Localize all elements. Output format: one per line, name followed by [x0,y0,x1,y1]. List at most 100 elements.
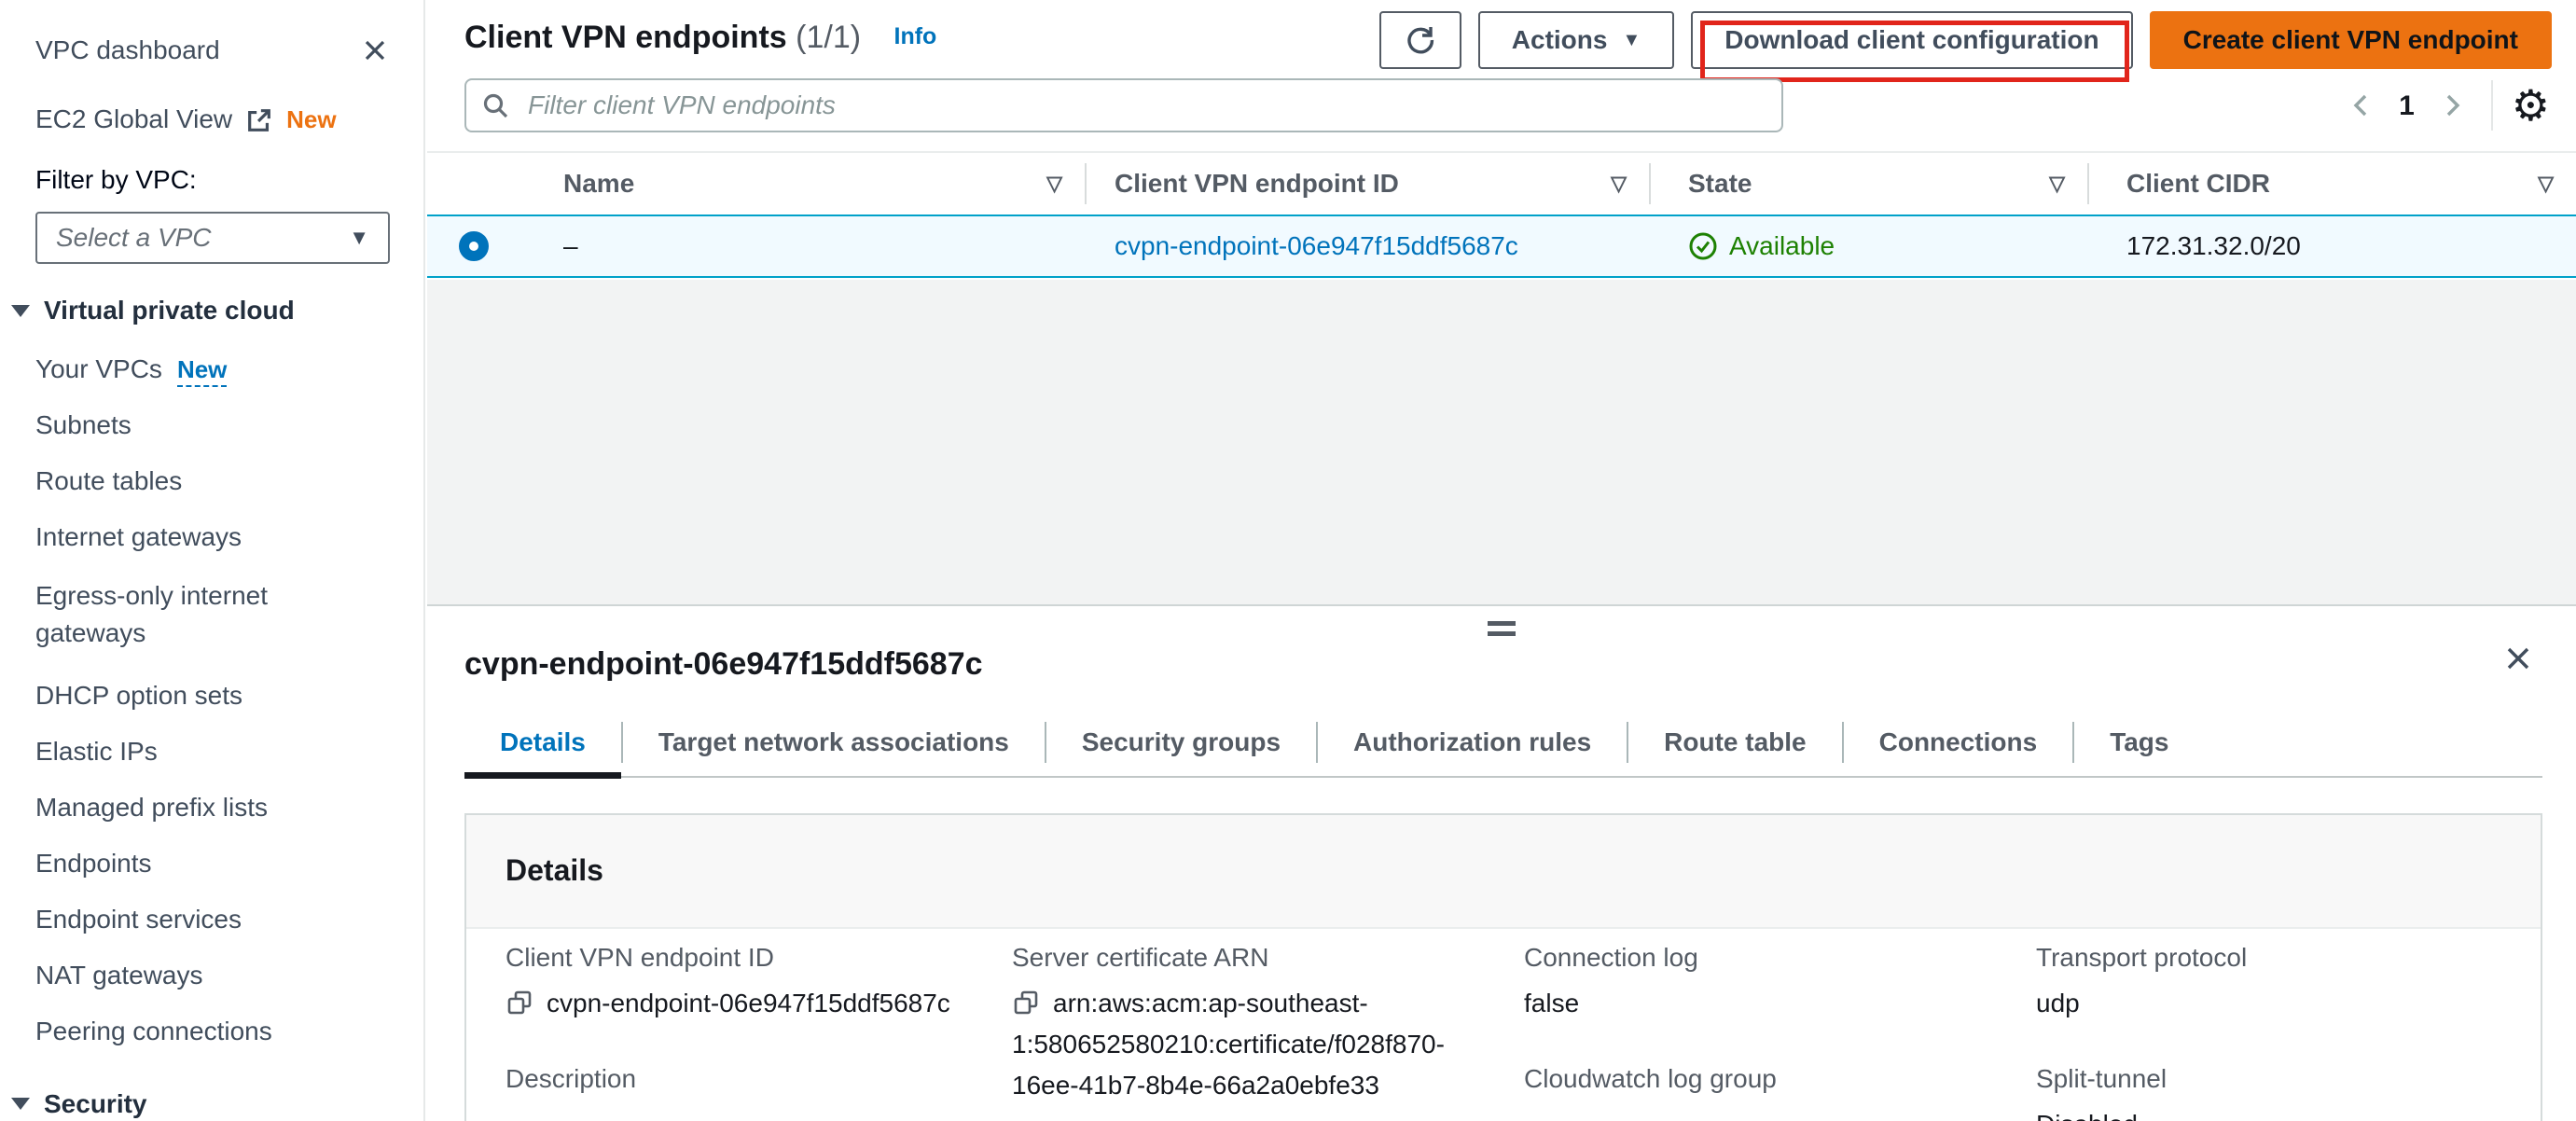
sidebar: VPC dashboard EC2 Global View New Filter… [0,0,425,1121]
main-content: Client VPN endpoints (1/1) Info Actions … [427,0,2576,1121]
cell-state: Available [1651,216,2087,276]
current-page-number[interactable]: 1 [2393,88,2420,124]
table-row[interactable]: – cvpn-endpoint-06e947f15ddf5687c Availa… [427,215,2576,278]
new-badge[interactable]: New [177,355,227,387]
split-panel-drag-handle[interactable] [1488,621,1516,642]
next-page-button[interactable] [2431,80,2472,131]
section-virtual-private-cloud[interactable]: Virtual private cloud [11,294,390,327]
sidebar-item-endpoint-services[interactable]: Endpoint services [35,892,390,948]
sidebar-item-egress-only-internet-gateways[interactable]: Egress-only internet gateways [35,565,334,668]
page-title-text: Client VPN endpoints [464,20,787,55]
details-tabs: Details Target network associations Secu… [464,709,2542,778]
sort-icon[interactable]: ▽ [2538,171,2554,198]
table-empty-area [427,280,2576,604]
vpc-select[interactable]: Select a VPC ▼ [35,212,390,264]
page-title: Client VPN endpoints (1/1) Info [464,17,936,58]
field-label: Server certificate ARN [1012,942,1487,974]
chevron-down-icon: ▼ [1622,30,1641,51]
vpc-console-page: VPC dashboard EC2 Global View New Filter… [0,0,2576,1121]
filter-input[interactable] [464,78,1783,132]
field-value: Disabled [2036,1104,2485,1121]
field-connection-log: Connection log false [1524,942,2036,1024]
sort-icon[interactable]: ▽ [1611,171,1627,198]
status-available-icon [1688,231,1718,261]
radio-selected-icon [459,231,489,261]
column-label: Client CIDR [2126,167,2270,201]
field-value: – [1524,1104,1999,1121]
download-client-configuration-button[interactable]: Download client configuration [1691,11,2132,69]
column-header-endpoint-id[interactable]: Client VPN endpoint ID ▽ [1087,153,1649,215]
sidebar-title-vpc-dashboard[interactable]: VPC dashboard [35,34,220,67]
details-column-4: Transport protocol udp Split-tunnel Disa… [2036,942,2522,1121]
sidebar-close-icon[interactable] [360,35,390,65]
column-label: Name [563,167,634,201]
settings-gear-icon[interactable]: ⚙ [2512,84,2550,127]
cell-endpoint-id: cvpn-endpoint-06e947f15ddf5687c [1087,216,1649,276]
filter-by-vpc-label: Filter by VPC: [35,163,390,197]
sidebar-item-route-tables[interactable]: Route tables [35,453,390,509]
section-label: Security [44,1087,147,1121]
actions-button[interactable]: Actions ▼ [1478,11,1674,69]
sidebar-item-elastic-ips[interactable]: Elastic IPs [35,724,390,780]
section-security[interactable]: Security [11,1087,390,1121]
field-label: Description [506,1063,975,1095]
details-column-1: Client VPN endpoint ID cvpn-endpoint-06e… [506,942,1012,1121]
pagination: 1 ⚙ [2341,80,2550,131]
sidebar-item-peering-connections[interactable]: Peering connections [35,1003,390,1059]
column-header-name[interactable]: Name ▽ [520,153,1085,215]
download-highlight-wrap: Download client configuration [1691,11,2132,69]
sidebar-item-endpoints[interactable]: Endpoints [35,836,390,892]
previous-page-button[interactable] [2341,80,2382,131]
chevron-down-icon: ▼ [349,225,369,252]
header-actions: Actions ▼ Download client configuration … [1379,11,2552,69]
column-header-state[interactable]: State ▽ [1651,153,2087,215]
sidebar-item-internet-gateways[interactable]: Internet gateways [35,509,390,565]
sidebar-item-nat-gateways[interactable]: NAT gateways [35,948,390,1003]
create-client-vpn-endpoint-button[interactable]: Create client VPN endpoint [2150,11,2552,69]
cell-client-cidr: 172.31.32.0/20 [2089,216,2576,276]
details-panel-close-icon[interactable] [2501,642,2535,675]
tab-security-groups[interactable]: Security groups [1046,709,1316,776]
copy-icon[interactable] [1012,989,1040,1017]
field-label: Connection log [1524,942,1999,974]
field-label: Transport protocol [2036,942,2485,974]
field-label: Split-tunnel [2036,1063,2485,1095]
details-panel-title: cvpn-endpoint-06e947f15ddf5687c [464,644,983,685]
details-card: Details Client VPN endpoint ID [464,813,2542,1121]
sort-icon[interactable]: ▽ [2049,171,2065,198]
copy-icon[interactable] [506,989,533,1017]
cell-name: – [520,216,1085,276]
field-client-vpn-endpoint-id: Client VPN endpoint ID cvpn-endpoint-06e… [506,942,1012,1024]
divider [2491,80,2493,131]
section-collapse-icon [11,1098,30,1110]
sidebar-item-ec2-global-view[interactable]: EC2 Global View [35,103,232,136]
refresh-button[interactable] [1379,11,1461,69]
external-link-icon [245,106,273,134]
tab-tags[interactable]: Tags [2074,709,2204,776]
field-value: – [506,1104,975,1121]
tab-target-network-associations[interactable]: Target network associations [623,709,1045,776]
details-card-header: Details [466,815,2541,929]
endpoint-id-link[interactable]: cvpn-endpoint-06e947f15ddf5687c [1115,229,1518,263]
sort-icon[interactable]: ▽ [1046,171,1062,198]
vpc-select-placeholder: Select a VPC [56,221,212,255]
tab-connections[interactable]: Connections [1844,709,2073,776]
sidebar-item-your-vpcs[interactable]: Your VPCsNew [35,341,390,397]
tab-route-table[interactable]: Route table [1628,709,1841,776]
field-value: false [1524,983,1999,1024]
sidebar-item-dhcp-option-sets[interactable]: DHCP option sets [35,668,390,724]
field-server-certificate-arn: Server certificate ARN arn:aws:acm:ap-so… [1012,942,1524,1106]
field-value: arn:aws:acm:ap-southeast-1:580652580210:… [1012,989,1445,1100]
sidebar-item-subnets[interactable]: Subnets [35,397,390,453]
field-cloudwatch-log-group: Cloudwatch log group – [1524,1063,2036,1121]
sidebar-item-managed-prefix-lists[interactable]: Managed prefix lists [35,780,390,836]
column-header-client-cidr[interactable]: Client CIDR ▽ [2089,153,2576,215]
sidebar-nav-list: Your VPCsNew Subnets Route tables Intern… [35,341,390,1059]
tab-authorization-rules[interactable]: Authorization rules [1318,709,1627,776]
row-select-radio[interactable] [427,216,520,276]
new-badge: New [286,104,336,136]
field-label: Cloudwatch log group [1524,1063,1999,1095]
field-label: Client VPN endpoint ID [506,942,975,974]
tab-details[interactable]: Details [464,709,621,776]
info-link[interactable]: Info [894,23,937,49]
